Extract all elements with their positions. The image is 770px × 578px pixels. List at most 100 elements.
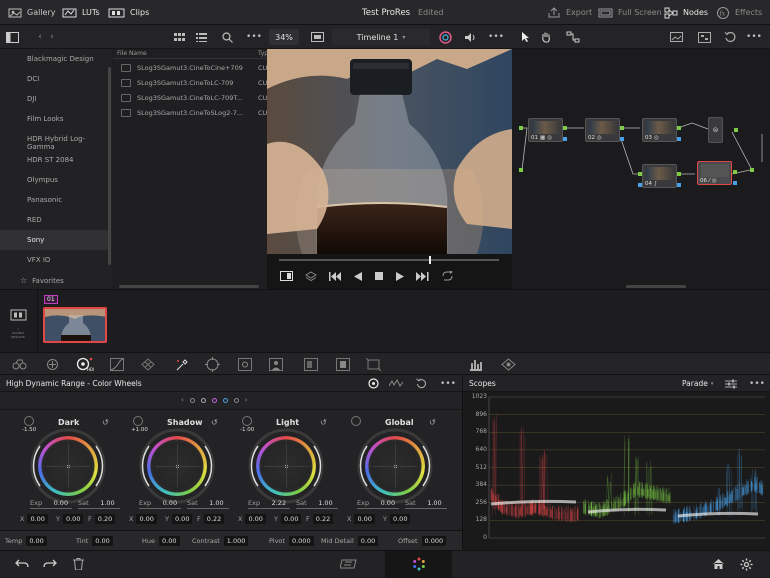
effects-button[interactable]: fx Effects [716,0,762,25]
node-output-port[interactable] [563,126,567,130]
node-output-port[interactable] [677,183,681,187]
color-match-icon[interactable] [46,358,59,371]
undo-button[interactable] [14,557,30,571]
key-icon[interactable] [336,358,350,371]
viewer-mode-button[interactable] [307,30,327,44]
dark-sat-slider[interactable] [78,508,120,509]
go-to-end-button[interactable] [415,270,429,282]
search-button[interactable] [220,30,234,44]
clips-toggle-button[interactable] [10,306,27,318]
global-x-value[interactable]: 0.00 [354,514,374,524]
sidebar-item-red[interactable]: RED [27,216,42,224]
dark-x-value[interactable]: 0.00 [27,514,47,524]
nav-back-button[interactable]: ‹ [34,30,46,44]
scopes-more-button[interactable]: ••• [749,377,765,390]
viewer-more-button[interactable]: ••• [488,30,504,44]
color-warper-icon[interactable] [141,358,155,371]
sidebar-item-vfx-io[interactable]: VFX IO [27,256,50,264]
curves-icon[interactable] [110,358,124,371]
light-x-value[interactable]: 0.00 [245,514,265,524]
pivot-value[interactable]: 0.000 [289,536,314,546]
global-exp-slider[interactable] [357,508,399,509]
node-02[interactable]: 02◎ [585,118,620,142]
grid-view-button[interactable] [172,30,186,44]
light-range-knob[interactable] [242,416,252,426]
gallery-button[interactable]: Gallery [8,0,56,25]
global-exp-value[interactable]: 0.00 [372,498,398,508]
global-y-value[interactable]: 0.00 [390,514,410,524]
page-dot[interactable] [212,398,217,403]
light-reset-button[interactable]: ↺ [320,418,327,427]
sidebar-item-panasonic[interactable]: Panasonic [27,196,62,204]
nav-forward-button[interactable]: › [46,30,58,44]
global-sat-value[interactable]: 1.00 [419,498,445,508]
more-options-button[interactable]: ••• [246,30,262,44]
node-output-port[interactable] [677,137,681,141]
list-item[interactable]: SLog3SGamut3.CineToCine+709CU [121,62,243,74]
sidebar-item-favorites[interactable]: ☆Favorites [20,276,64,285]
sizing-icon[interactable] [366,358,381,371]
sidebar-item-olympus[interactable]: Olympus [27,176,58,184]
pointer-tool-button[interactable] [517,29,533,45]
light-falloff-value[interactable]: 0.22 [313,514,333,524]
chevron-left-icon[interactable]: ‹ [181,396,184,404]
node-tool-button[interactable] [564,29,582,45]
nodes-more-button[interactable]: ••• [746,30,762,44]
contrast-value[interactable]: 1.000 [224,536,249,546]
light-exp-value[interactable]: 2.22 [263,498,289,508]
node-output-port[interactable] [677,172,681,176]
node-output-port[interactable] [733,181,737,185]
wheels-more-button[interactable]: ••• [440,377,456,390]
sidebar-toggle-button[interactable] [5,30,19,44]
dark-reset-button[interactable]: ↺ [102,418,109,427]
blur-icon[interactable] [304,358,318,371]
layer-mixer-node[interactable]: ⊜ [708,117,723,143]
qualifier-eyedropper-icon[interactable] [175,358,189,371]
list-view-button[interactable] [194,30,208,44]
dark-exp-value[interactable]: 0.00 [45,498,71,508]
offset-value[interactable]: 0.000 [422,536,447,546]
layers-button[interactable] [304,270,318,282]
mid-detail-value[interactable]: 0.00 [358,536,378,546]
page-dot[interactable] [223,398,228,403]
sidebar-item-hdr-st2084[interactable]: HDR ST 2084 [27,156,74,164]
tree-output-port[interactable] [750,168,754,172]
fullscreen-button[interactable]: Full Screen [598,0,662,25]
scope-mode-select[interactable]: Parade▾ [682,379,713,388]
play-button[interactable] [394,270,406,282]
lightbox-button[interactable] [667,29,685,45]
node-output-port[interactable] [733,170,737,174]
shadow-range-knob[interactable] [133,416,143,426]
color-space-button[interactable] [437,29,453,45]
reset-button[interactable] [722,29,738,45]
timeline-clip-thumbnail[interactable] [43,307,107,343]
chevron-right-icon[interactable]: › [245,396,248,404]
zoom-select[interactable]: 34% [269,29,299,45]
home-button[interactable] [711,557,725,571]
audio-button[interactable] [462,29,478,45]
light-sat-slider[interactable] [296,508,338,509]
node-input-port[interactable] [638,172,642,176]
tint-value[interactable]: 0.00 [92,536,112,546]
node-input-port[interactable] [519,126,523,130]
shadow-sat-value[interactable]: 1.00 [201,498,227,508]
node-input-port[interactable] [519,168,523,172]
timeline-select[interactable]: Timeline 1▾ [332,29,430,45]
node-01[interactable]: 01▦◎ [528,118,563,142]
settings-button[interactable] [739,557,753,571]
shadow-exp-value[interactable]: 0.00 [154,498,180,508]
node-06[interactable]: 06⁄◎ [697,161,732,185]
shadow-sat-slider[interactable] [187,508,229,509]
sidebar-item-film-looks[interactable]: Film Looks [27,115,64,123]
node-graph[interactable]: 01▦◎ 02◎ 03◎ ⊜ 04∫ 06⁄◎ [512,49,770,289]
shadow-reset-button[interactable]: ↺ [211,418,218,427]
export-button[interactable]: Export [547,0,592,25]
global-sat-slider[interactable] [405,508,447,509]
hand-tool-button[interactable] [538,29,554,45]
light-sat-value[interactable]: 1.00 [310,498,336,508]
nodes-button[interactable]: Nodes [664,0,708,25]
shadow-falloff-value[interactable]: 0.22 [204,514,224,524]
scope-settings-button[interactable] [724,377,738,390]
viewer-image[interactable] [267,49,512,254]
file-list-scrollbar[interactable] [119,285,259,288]
